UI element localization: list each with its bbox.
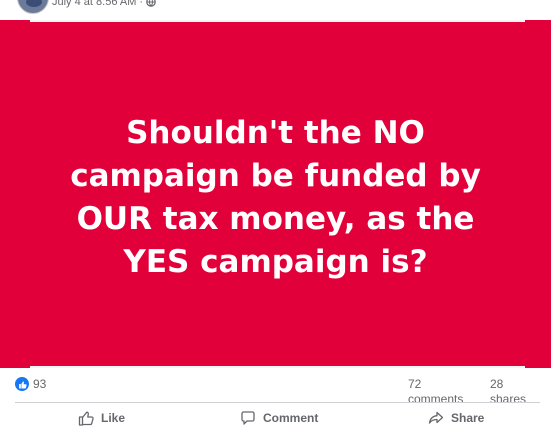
image-text-line: OUR tax money, as the [76,201,475,237]
avatar[interactable] [17,0,49,14]
post-timestamp[interactable]: July 4 at 8:56 AM [52,0,136,8]
share-button[interactable]: Share [428,404,484,432]
image-text-line: campaign be funded by [70,158,481,194]
post-image-container[interactable]: Shouldn't the NO campaign be funded by O… [0,20,551,368]
actions-divider [15,402,540,403]
post-meta: July 4 at 8:56 AM · [52,0,156,8]
post-image[interactable]: Shouldn't the NO campaign be funded by O… [0,20,551,368]
image-text-line: Shouldn't the NO [126,115,425,151]
comment-icon [241,411,255,425]
like-reaction-icon [15,377,29,391]
image-top-border [30,20,525,22]
meta-separator: · [139,0,144,8]
share-label: Share [451,411,485,425]
comment-label: Comment [263,411,319,425]
post-header: July 4 at 8:56 AM · [0,0,551,20]
reaction-count: 93 [33,377,47,391]
shares-number: 28 [490,377,504,391]
like-label: Like [101,411,126,425]
image-bottom-border [30,366,525,368]
share-icon [428,411,444,424]
comment-button[interactable]: Comment [240,404,318,432]
image-text-line: YES campaign is? [123,244,428,280]
comments-number: 72 [408,377,422,391]
image-text: Shouldn't the NO campaign be funded by O… [0,112,551,284]
like-button[interactable]: Like [78,404,125,432]
thumbs-up-icon [78,411,94,426]
reaction-summary[interactable]: 93 [15,377,46,391]
globe-icon [146,0,156,7]
post-actions: Like Comment Share [0,404,551,435]
